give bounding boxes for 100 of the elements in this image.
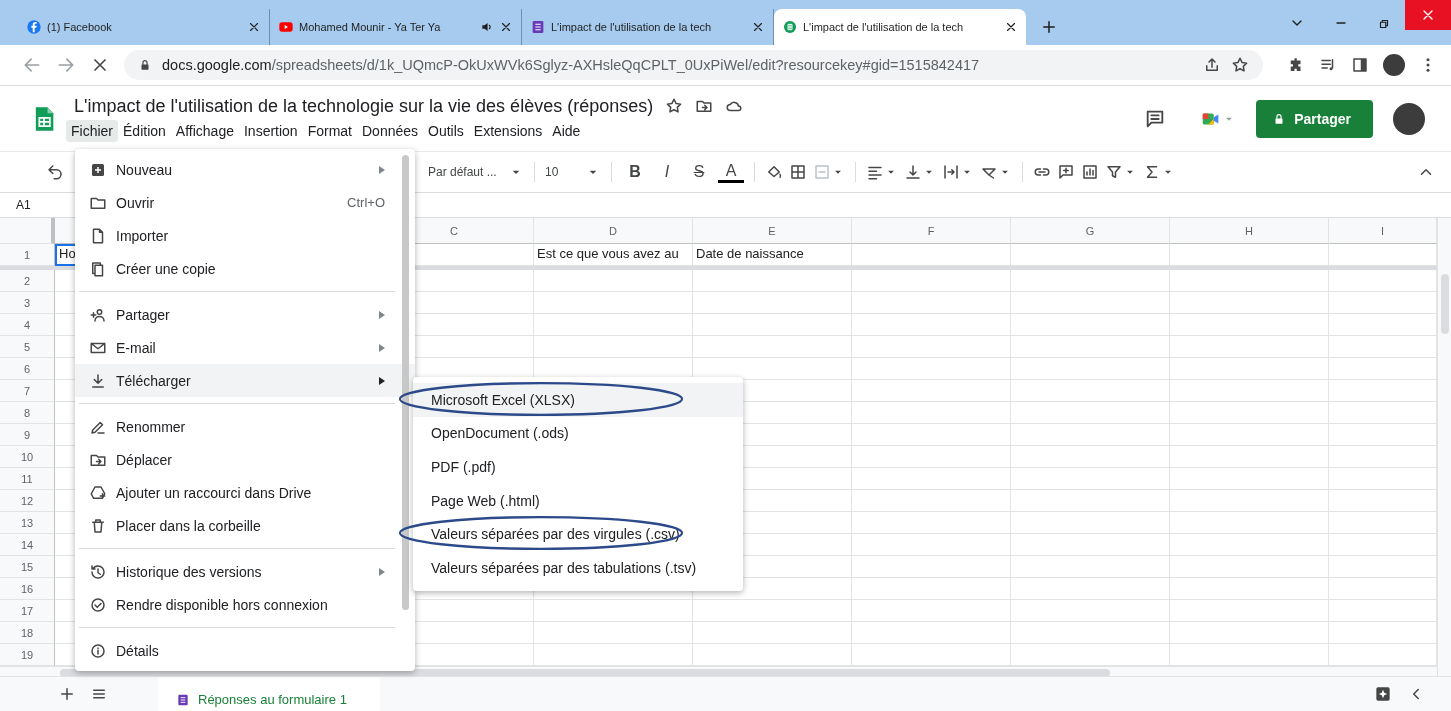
row-header[interactable]: 9: [0, 424, 55, 446]
menu-item[interactable]: Renommer: [75, 410, 415, 443]
column-header[interactable]: D: [534, 218, 693, 244]
row-header[interactable]: 19: [0, 644, 55, 666]
close-icon[interactable]: [1004, 20, 1018, 34]
filter-icon[interactable]: [1105, 163, 1123, 181]
speaker-icon[interactable]: [480, 20, 494, 34]
font-size: 10: [545, 165, 559, 179]
row-header[interactable]: 5: [0, 336, 55, 358]
menu-item[interactable]: Ajouter un raccourci dans Drive: [75, 476, 415, 509]
scrollbar-thumb[interactable]: [1440, 274, 1449, 334]
row-header[interactable]: 6: [0, 358, 55, 380]
menu-item[interactable]: Affichage: [170, 119, 239, 142]
undo-icon[interactable]: [46, 163, 64, 181]
menu-item[interactable]: PDF (.pdf): [413, 450, 743, 484]
avatar[interactable]: [1393, 102, 1425, 135]
scrollbar-thumb[interactable]: [60, 669, 1110, 676]
tab-title: L'impact de l'utilisation de la tech: [803, 21, 965, 33]
trash-icon: [89, 516, 107, 535]
row-header[interactable]: 17: [0, 600, 55, 622]
row-header[interactable]: 7: [0, 380, 55, 402]
scrollbar-thumb[interactable]: [402, 155, 409, 610]
font-dropdown[interactable]: Par défaut ...: [428, 164, 524, 180]
menu-item[interactable]: Créer une copie: [75, 252, 415, 285]
menu-item[interactable]: Télécharger: [75, 364, 415, 397]
menu-item[interactable]: Rendre disponible hors connexion: [75, 588, 415, 621]
restore-icon[interactable]: [1377, 17, 1391, 31]
row-header[interactable]: 2: [0, 270, 55, 292]
column-header[interactable]: G: [1011, 218, 1170, 244]
avatar[interactable]: [1383, 54, 1405, 76]
close-icon[interactable]: [247, 20, 261, 34]
add-comment-icon[interactable]: [1057, 163, 1075, 181]
menu-item[interactable]: Détails: [75, 634, 415, 667]
menu-item[interactable]: Déplacer: [75, 443, 415, 476]
add-sheet-icon[interactable]: [58, 685, 76, 703]
menu-item[interactable]: Partager: [75, 298, 415, 331]
bold-button[interactable]: B: [622, 163, 648, 181]
row-header[interactable]: 11: [0, 468, 55, 490]
name-box[interactable]: A1: [0, 198, 66, 212]
menu-item[interactable]: Nouveau: [75, 153, 415, 186]
menu-item[interactable]: Aide: [547, 119, 586, 142]
row-header[interactable]: 3: [0, 292, 55, 314]
share-button[interactable]: Partager: [1256, 99, 1373, 138]
menu-item[interactable]: Ouvrir Ctrl+O: [75, 186, 415, 219]
row-header[interactable]: 14: [0, 534, 55, 556]
spreadsheet-icon: [782, 19, 798, 35]
menu-item[interactable]: Insertion: [238, 119, 303, 142]
column-header[interactable]: F: [852, 218, 1011, 244]
corner-cell[interactable]: [0, 218, 55, 244]
side-panel-icon[interactable]: [1351, 56, 1369, 74]
vertical-align-icon[interactable]: [904, 163, 922, 181]
row-header[interactable]: 1: [0, 244, 55, 266]
menu-item[interactable]: E-mail: [75, 331, 415, 364]
menu-item[interactable]: Fichier: [66, 119, 118, 142]
column-header[interactable]: H: [1170, 218, 1329, 244]
new-tab-icon[interactable]: [1040, 18, 1058, 36]
explore-icon[interactable]: [1373, 684, 1393, 704]
menu-item[interactable]: Outils: [423, 119, 469, 142]
text-wrap-icon[interactable]: [942, 163, 960, 181]
star-icon[interactable]: [665, 97, 684, 115]
row-header[interactable]: 4: [0, 314, 55, 336]
forward-icon[interactable]: [56, 55, 76, 75]
menu-item[interactable]: Placer dans la corbeille: [75, 509, 415, 542]
column-header[interactable]: E: [693, 218, 852, 244]
sheet-tab[interactable]: Réponses au formulaire 1: [158, 677, 380, 711]
merge-cells-icon[interactable]: [813, 163, 831, 181]
browser-tab[interactable]: (1) Facebook: [18, 9, 270, 45]
star-icon[interactable]: [1231, 56, 1249, 74]
menu-item[interactable]: Valeurs séparées par des tabulations (.tsv): [413, 550, 743, 585]
menu-item[interactable]: Format: [302, 119, 357, 142]
font-size-dropdown[interactable]: 10: [545, 164, 601, 180]
close-icon[interactable]: [499, 20, 513, 34]
fill-color-icon[interactable]: [765, 163, 783, 181]
chart-icon[interactable]: [1081, 163, 1099, 181]
browser-tab[interactable]: L'impact de l'utilisation de la tech: [774, 9, 1026, 45]
menu-item[interactable]: OpenDocument (.ods): [413, 416, 743, 451]
browser-tab[interactable]: Mohamed Mounir - Ya Ter Ya: [270, 9, 522, 45]
text-color-button[interactable]: A: [718, 161, 744, 183]
history-icon: [89, 562, 107, 581]
row-header[interactable]: 13: [0, 512, 55, 534]
row-header[interactable]: 16: [0, 578, 55, 600]
borders-icon[interactable]: [789, 163, 807, 181]
italic-button[interactable]: I: [654, 163, 680, 181]
back-icon[interactable]: [22, 55, 42, 75]
address-field[interactable]: docs.google.com/spreadsheets/d/1k_UQmcP-OkUxWVk6Sglyz-AXHsleQqCPLT_0UxPiWel/edit?resourcekey#gid=1515842417: [124, 50, 1263, 80]
menu-item[interactable]: Page Web (.html): [413, 483, 743, 518]
strikethrough-button[interactable]: S: [686, 163, 712, 181]
row-header[interactable]: 12: [0, 490, 55, 512]
video-play-icon: [278, 19, 294, 35]
close-icon[interactable]: [751, 20, 765, 34]
row-header[interactable]: 10: [0, 446, 55, 468]
document-title[interactable]: L'impact de l'utilisation de la technologie sur la vie des élèves (réponses): [74, 95, 654, 117]
menu-item[interactable]: Extensions: [468, 119, 548, 142]
share-icon[interactable]: [1203, 56, 1221, 74]
menu-item[interactable]: Historique des versions: [75, 555, 415, 588]
row-header[interactable]: 18: [0, 622, 55, 644]
row-header[interactable]: 15: [0, 556, 55, 578]
menu-item[interactable]: Édition: [118, 119, 171, 142]
menu-item[interactable]: Données: [357, 119, 424, 142]
row-header[interactable]: 8: [0, 402, 55, 424]
